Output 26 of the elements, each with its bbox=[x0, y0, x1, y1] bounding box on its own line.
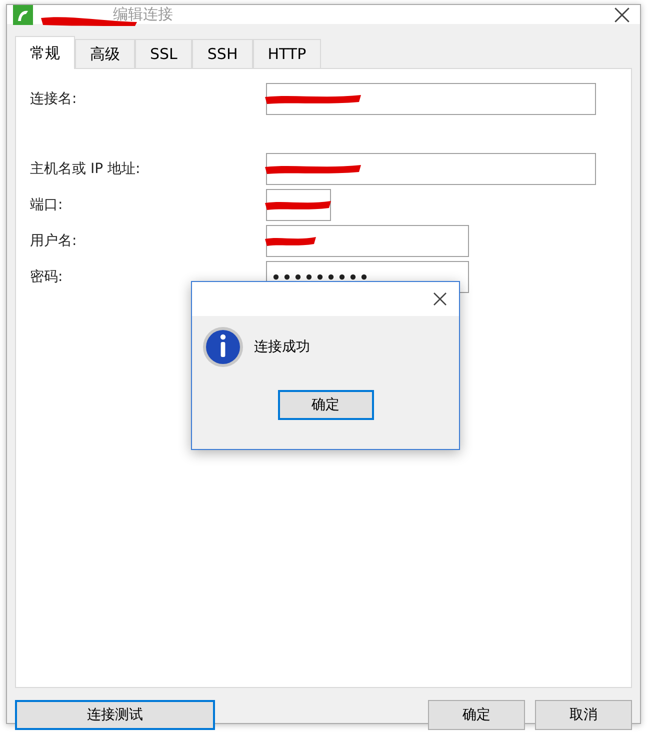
tab[interactable]: 常规 bbox=[15, 36, 75, 69]
ok-button[interactable]: 确定 bbox=[428, 700, 525, 730]
test-connection-button[interactable]: 连接测试 bbox=[15, 700, 215, 730]
input-field[interactable] bbox=[266, 83, 596, 115]
field-label: 用户名: bbox=[30, 232, 78, 250]
input-field[interactable] bbox=[266, 189, 331, 221]
tab[interactable]: SSL bbox=[135, 39, 192, 68]
tab[interactable]: SSH bbox=[192, 39, 253, 68]
tab[interactable]: HTTP bbox=[252, 39, 322, 68]
field-label: 密码: bbox=[30, 268, 64, 286]
input-field[interactable] bbox=[266, 225, 469, 257]
field-label: 连接名: bbox=[30, 90, 78, 108]
input-field[interactable] bbox=[266, 153, 596, 185]
close-icon[interactable] bbox=[433, 292, 447, 306]
field-label: 主机名或 IP 地址: bbox=[30, 160, 142, 178]
info-icon bbox=[202, 326, 244, 368]
cancel-button[interactable]: 取消 bbox=[535, 700, 632, 730]
close-icon[interactable] bbox=[614, 6, 630, 22]
redaction-scribble bbox=[263, 235, 318, 247]
ok-button[interactable]: 确定 bbox=[278, 390, 374, 420]
tab[interactable]: 高级 bbox=[75, 39, 135, 68]
field-label: 端口: bbox=[30, 196, 64, 214]
message-text: 连接成功 bbox=[254, 338, 310, 356]
window-title: 编辑连接 bbox=[113, 5, 173, 24]
redaction-scribble bbox=[263, 199, 333, 211]
password-dots-icon bbox=[273, 274, 368, 280]
